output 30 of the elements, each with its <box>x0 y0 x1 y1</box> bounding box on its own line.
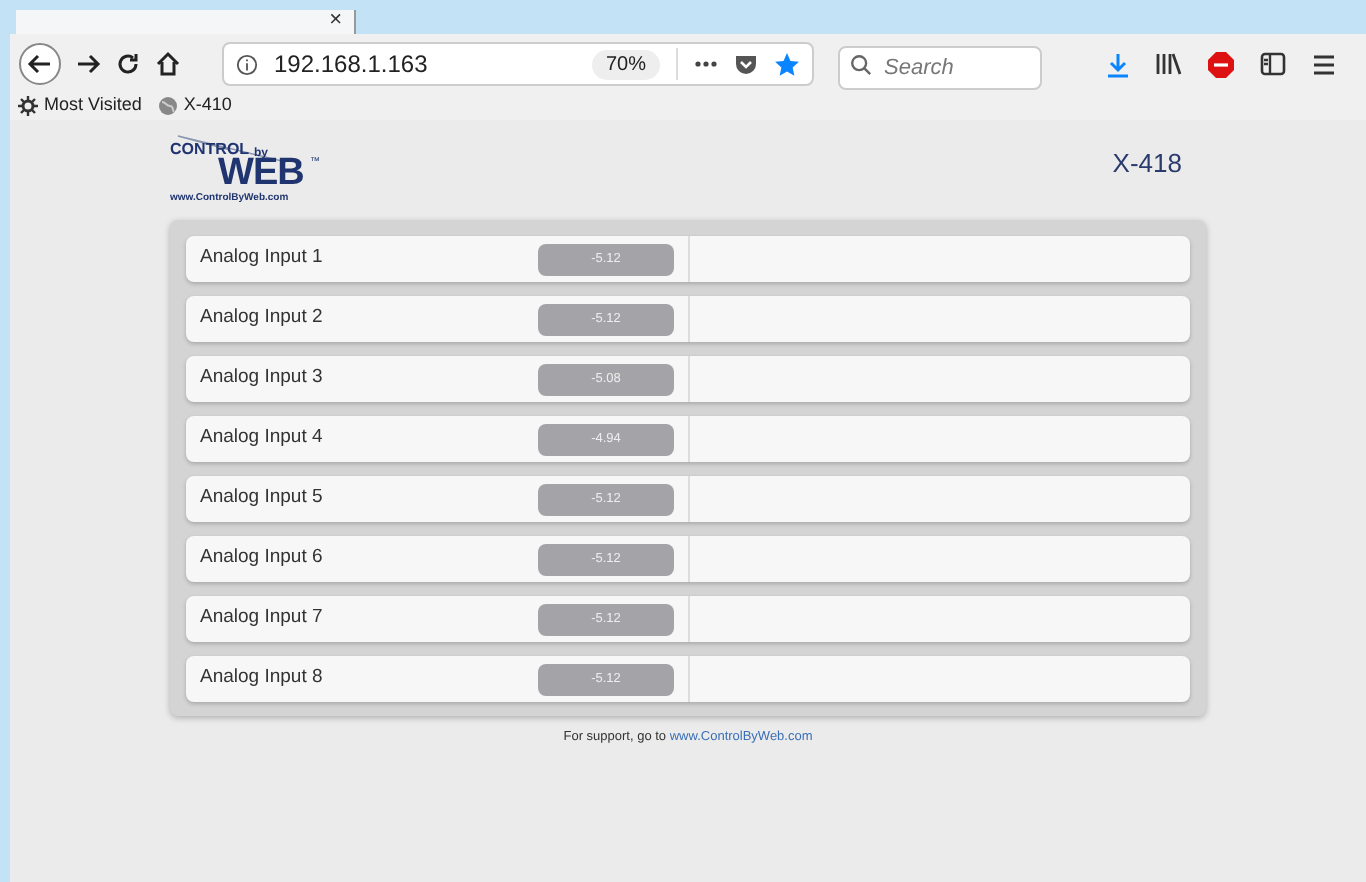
library-icon[interactable] <box>1156 52 1182 76</box>
input-label: Analog Input 2 <box>198 304 325 333</box>
bookmark-item[interactable]: X-410 <box>157 92 232 120</box>
search-icon <box>850 54 872 76</box>
reload-icon[interactable] <box>114 50 142 78</box>
tab-close-icon[interactable]: × <box>329 10 342 30</box>
more-icon[interactable] <box>694 60 718 68</box>
sidebar-icon[interactable] <box>1260 52 1286 76</box>
home-icon[interactable] <box>154 50 182 78</box>
address-bar[interactable]: 192.168.1.163 70% <box>222 42 814 86</box>
input-label: Analog Input 3 <box>198 364 325 393</box>
search-field[interactable]: Search <box>838 46 1042 90</box>
input-label: Analog Input 4 <box>198 424 325 453</box>
forward-icon[interactable] <box>74 50 102 78</box>
input-label: Analog Input 5 <box>198 484 325 513</box>
bookmark-item[interactable]: Most Visited <box>18 92 142 120</box>
gear-icon <box>18 96 38 116</box>
url-text: 192.168.1.163 <box>274 48 430 82</box>
back-icon[interactable] <box>18 42 62 86</box>
input-label: Analog Input 8 <box>198 664 325 693</box>
input-label: Analog Input 6 <box>198 544 325 573</box>
globe-icon <box>157 96 178 116</box>
device-name: X-418 <box>1112 146 1182 182</box>
input-label: Analog Input 7 <box>198 604 325 633</box>
download-icon[interactable] <box>1106 51 1130 77</box>
star-icon[interactable] <box>774 51 800 77</box>
menu-icon[interactable] <box>1312 53 1336 75</box>
zoom-level[interactable]: 70% <box>591 49 660 79</box>
info-icon <box>236 53 258 75</box>
input-label: Analog Input 1 <box>198 244 325 273</box>
